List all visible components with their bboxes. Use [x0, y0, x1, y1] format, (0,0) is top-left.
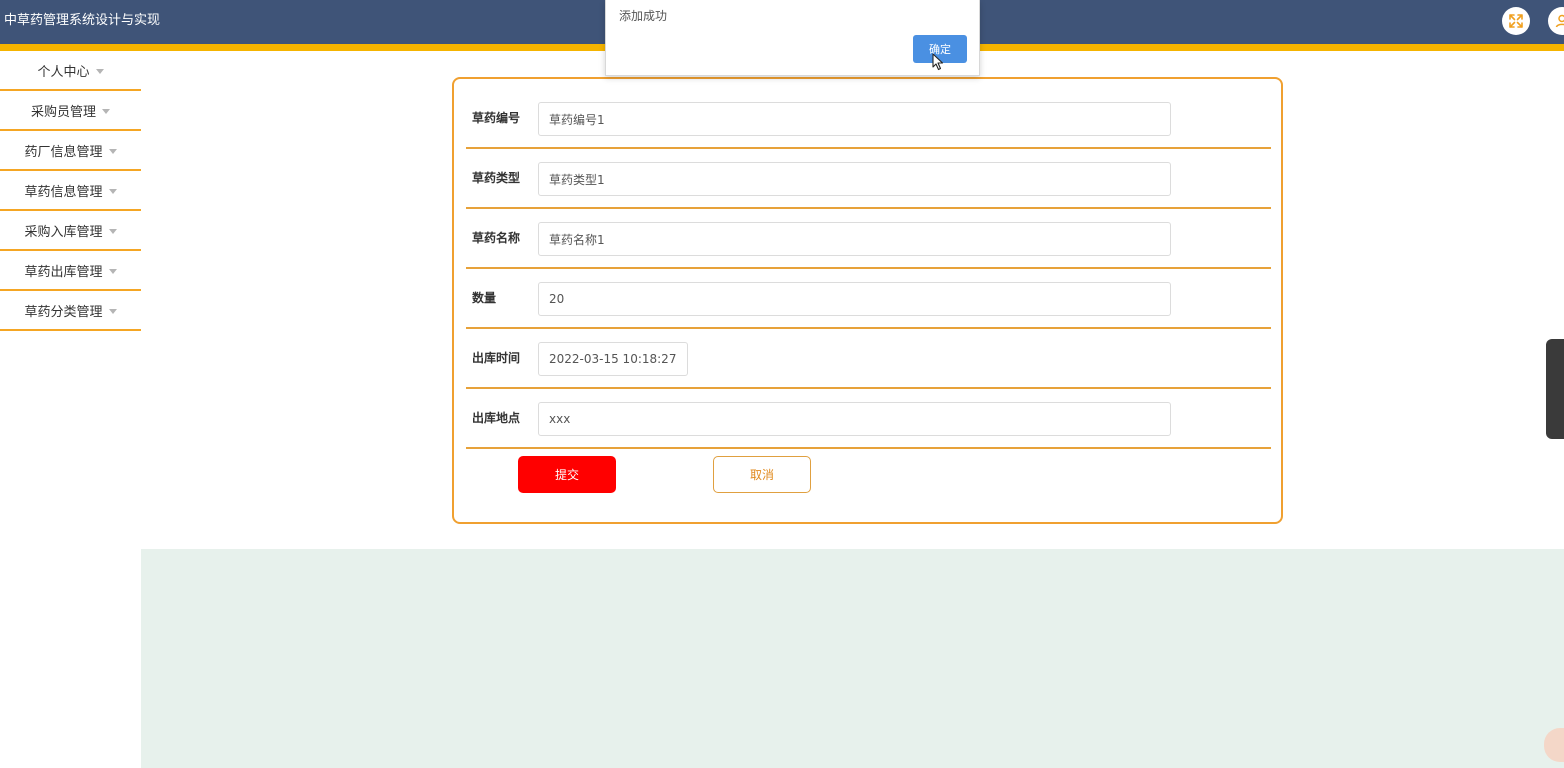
cancel-button[interactable]: 取消 — [713, 456, 811, 493]
side-drawer-handle[interactable] — [1546, 339, 1564, 439]
sidebar-item-herb-outbound[interactable]: 草药出库管理 — [0, 251, 141, 291]
herb-type-input[interactable] — [538, 162, 1171, 196]
quantity-input[interactable] — [538, 282, 1171, 316]
form-row-outbound-time: 出库时间 — [466, 329, 1271, 389]
form-row-outbound-location: 出库地点 — [466, 389, 1271, 449]
field-label: 数量 — [472, 291, 497, 305]
field-label: 草药编号 — [472, 111, 521, 125]
field-label: 出库时间 — [472, 351, 521, 365]
sidebar-item-label: 草药信息管理 — [24, 184, 103, 200]
herb-code-input[interactable] — [538, 102, 1171, 136]
field-label: 草药类型 — [472, 171, 521, 185]
sidebar-item-herb-info[interactable]: 草药信息管理 — [0, 171, 141, 211]
form-row-herb-name: 草药名称 — [466, 209, 1271, 269]
sidebar-item-label: 草药分类管理 — [24, 304, 103, 320]
user-icon — [1555, 14, 1564, 28]
alert-message: 添加成功 — [619, 9, 668, 23]
sidebar-item-label: 采购入库管理 — [24, 224, 103, 240]
sidebar-item-personal-center[interactable]: 个人中心 — [0, 51, 141, 91]
outbound-form: 草药编号 草药类型 草药名称 数量 出库时间 出库地点 提交 取消 — [452, 77, 1283, 524]
sidebar-item-label: 药厂信息管理 — [24, 144, 103, 160]
app-title: 中草药管理系统设计与实现 — [4, 13, 161, 28]
fullscreen-icon — [1509, 14, 1523, 28]
caret-down-icon — [108, 188, 117, 194]
sidebar-item-label: 采购员管理 — [30, 104, 96, 120]
caret-down-icon — [95, 68, 104, 74]
field-label: 出库地点 — [472, 411, 521, 425]
sidebar-item-purchaser-management[interactable]: 采购员管理 — [0, 91, 141, 131]
sidebar-item-factory-info[interactable]: 药厂信息管理 — [0, 131, 141, 171]
herb-name-input[interactable] — [538, 222, 1171, 256]
caret-down-icon — [108, 148, 117, 154]
user-button[interactable] — [1548, 7, 1564, 35]
sidebar-item-purchase-inbound[interactable]: 采购入库管理 — [0, 211, 141, 251]
field-label: 草药名称 — [472, 231, 521, 245]
caret-down-icon — [102, 108, 110, 114]
submit-button[interactable]: 提交 — [518, 456, 616, 493]
sidebar-item-label: 草药出库管理 — [24, 264, 103, 280]
caret-down-icon — [108, 228, 117, 234]
form-row-herb-code: 草药编号 — [466, 89, 1271, 149]
success-alert-dialog: 添加成功 确定 — [605, 0, 980, 76]
caret-down-icon — [108, 308, 117, 314]
caret-down-icon — [108, 268, 117, 274]
sidebar-item-herb-category[interactable]: 草药分类管理 — [0, 291, 141, 331]
content-background-panel — [141, 549, 1564, 768]
sidebar-item-label: 个人中心 — [37, 64, 90, 80]
outbound-time-input[interactable] — [538, 342, 688, 376]
sidebar: 个人中心 采购员管理 药厂信息管理 草药信息管理 采购入库管理 草药出库管理 草… — [0, 51, 141, 331]
mouse-cursor-icon — [932, 53, 944, 71]
page: 中草药管理系统设计与实现 个人中心 采购员管理 药厂信息管理 草药信息管理 采购… — [0, 0, 1564, 768]
form-row-herb-type: 草药类型 — [466, 149, 1271, 209]
fullscreen-button[interactable] — [1502, 7, 1530, 35]
outbound-location-input[interactable] — [538, 402, 1171, 436]
form-row-quantity: 数量 — [466, 269, 1271, 329]
